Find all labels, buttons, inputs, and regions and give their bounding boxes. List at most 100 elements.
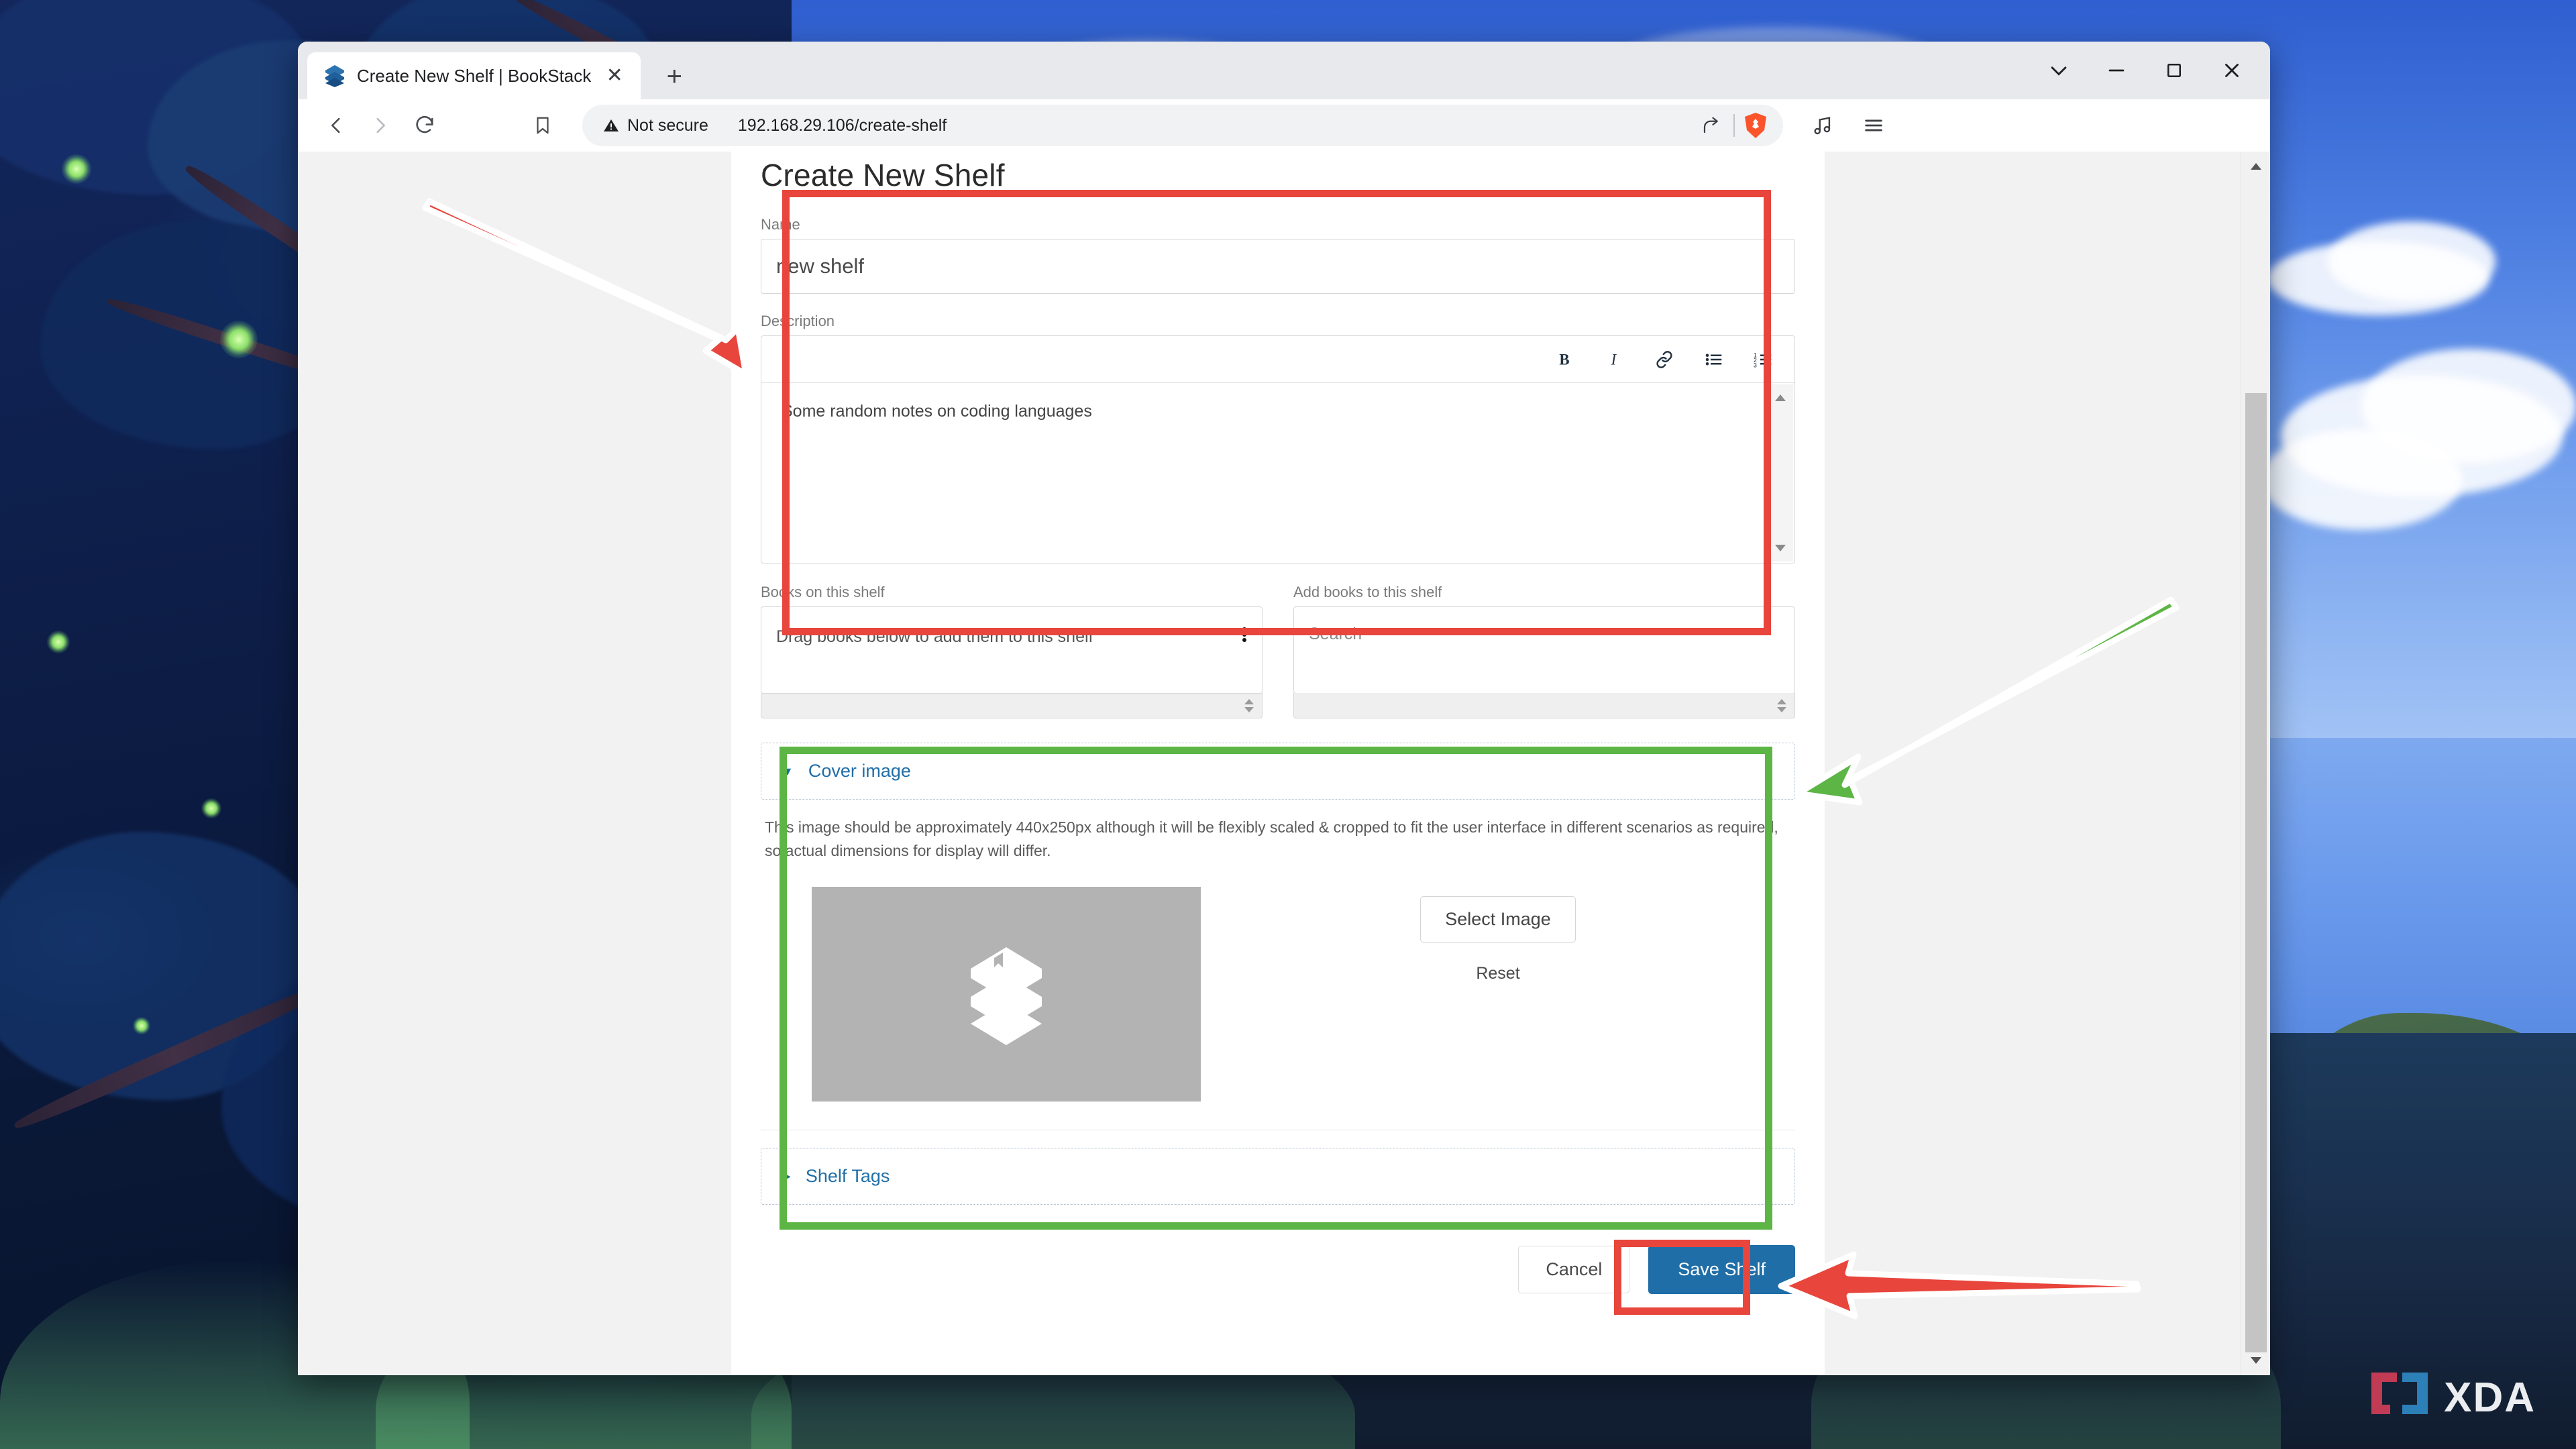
- books-on-shelf-label: Books on this shelf: [761, 584, 885, 600]
- share-icon[interactable]: [1695, 109, 1728, 142]
- link-button[interactable]: [1651, 345, 1678, 374]
- add-books-group: Add books to this shelf Search: [1293, 584, 1795, 718]
- add-books-scrollbar[interactable]: [1293, 693, 1795, 718]
- caret-down-icon: ▼: [782, 764, 794, 778]
- new-tab-button[interactable]: +: [658, 63, 690, 90]
- shelf-tags-toggle[interactable]: ▶ Shelf Tags: [761, 1147, 1795, 1205]
- page-scroll-down-icon[interactable]: [2241, 1346, 2270, 1375]
- cover-image-placeholder[interactable]: [812, 886, 1201, 1102]
- cover-image-label: Cover image: [808, 761, 911, 781]
- save-shelf-button[interactable]: Save Shelf: [1648, 1244, 1795, 1294]
- name-field-group: Name: [761, 216, 1795, 294]
- cover-image-row: Select Image Reset: [761, 886, 1795, 1102]
- cover-image-actions: Select Image Reset: [1201, 887, 1795, 1102]
- numbered-list-button[interactable]: 123: [1750, 345, 1777, 374]
- tab-title: Create New Shelf | BookStack: [357, 65, 592, 86]
- cloud: [2328, 221, 2496, 302]
- description-textarea[interactable]: Some random notes on coding languages: [761, 383, 1794, 563]
- tab-strip: Create New Shelf | BookStack ✕ +: [298, 42, 2270, 99]
- page-viewport: Create New Shelf Name Description: [298, 152, 2270, 1375]
- bullet-list-button[interactable]: [1701, 345, 1727, 374]
- description-text: Some random notes on coding languages: [782, 402, 1092, 421]
- cancel-button[interactable]: Cancel: [1518, 1245, 1630, 1293]
- browser-window: Create New Shelf | BookStack ✕ + Not sec…: [298, 42, 2270, 1375]
- desktop: Create New Shelf | BookStack ✕ + Not sec…: [0, 0, 2576, 1449]
- svg-text:I: I: [1611, 351, 1617, 368]
- firefly: [220, 321, 258, 358]
- firefly: [62, 154, 91, 184]
- page-scrollbar-thumb[interactable]: [2245, 393, 2267, 1352]
- shelf-tags-label: Shelf Tags: [805, 1165, 890, 1186]
- reload-button[interactable]: [404, 105, 445, 146]
- book-search-input[interactable]: Search: [1293, 606, 1795, 694]
- music-note-icon[interactable]: [1802, 105, 1843, 146]
- cover-image-help-text: This image should be approximately 440x2…: [765, 818, 1778, 859]
- browser-tab[interactable]: Create New Shelf | BookStack ✕: [307, 52, 641, 99]
- divider: [1733, 114, 1735, 137]
- italic-button[interactable]: I: [1601, 345, 1628, 374]
- books-list-scrollbar[interactable]: [761, 693, 1263, 718]
- add-books-label: Add books to this shelf: [1293, 584, 1442, 600]
- page-scrollbar[interactable]: [2241, 152, 2270, 1375]
- cover-image-section: ▼ Cover image This image should be appro…: [761, 743, 1795, 1205]
- form-footer: Cancel Save Shelf: [731, 1244, 1825, 1334]
- books-section: Books on this shelf Drag books below to …: [761, 584, 1795, 718]
- url-text: 192.168.29.106/create-shelf: [737, 115, 947, 135]
- hamburger-menu-icon[interactable]: [1853, 105, 1894, 146]
- bookstack-form-card: Create New Shelf Name Description: [731, 152, 1825, 1375]
- xda-watermark-text: XDA: [2444, 1374, 2536, 1421]
- address-bar[interactable]: Not secure 192.168.29.106/create-shelf: [582, 105, 1783, 146]
- page-title: Create New Shelf: [761, 158, 1005, 193]
- toolbar-right-actions: [1802, 105, 1894, 146]
- bookmark-icon[interactable]: [522, 105, 564, 146]
- svg-text:3: 3: [1754, 362, 1757, 368]
- minimize-button[interactable]: [2088, 42, 2145, 99]
- description-editor: B I 1 2 3 Some random notes on coding la…: [761, 335, 1795, 564]
- brave-shield-icon[interactable]: [1740, 109, 1771, 142]
- description-field-group: Description B I 1 2 3 Some random notes …: [761, 313, 1795, 564]
- editor-toolbar: B I 1 2 3: [761, 336, 1794, 383]
- scroll-arrows-icon: [1777, 698, 1786, 712]
- cover-image-toggle[interactable]: ▼ Cover image: [761, 743, 1795, 800]
- bold-button[interactable]: B: [1552, 345, 1578, 374]
- cloud: [2261, 429, 2462, 530]
- books-on-shelf-group: Books on this shelf Drag books below to …: [761, 584, 1263, 718]
- select-image-button[interactable]: Select Image: [1420, 896, 1576, 943]
- name-input[interactable]: [761, 239, 1795, 294]
- firefly: [133, 1017, 150, 1034]
- address-bar-actions: [1695, 109, 1771, 142]
- foliage: [0, 510, 282, 731]
- close-window-button[interactable]: [2203, 42, 2261, 99]
- reset-link[interactable]: Reset: [1476, 964, 1519, 983]
- browser-toolbar: Not secure 192.168.29.106/create-shelf: [298, 99, 2270, 152]
- drag-placeholder-row: Drag books below to add them to this she…: [761, 607, 1262, 667]
- editor-scrollbar[interactable]: [1766, 384, 1793, 561]
- xda-watermark: XDA: [2367, 1371, 2536, 1424]
- firefly: [47, 631, 70, 653]
- scroll-down-arrow-icon[interactable]: [1767, 535, 1794, 561]
- scroll-up-arrow-icon[interactable]: [1767, 384, 1794, 411]
- caret-right-icon: ▶: [782, 1169, 791, 1183]
- xda-bracket-logo-icon: [2371, 1373, 2428, 1414]
- svg-text:B: B: [1559, 351, 1569, 368]
- kebab-menu-icon[interactable]: [1242, 625, 1247, 649]
- warning-triangle-icon: [604, 119, 619, 131]
- tab-close-icon[interactable]: ✕: [603, 66, 626, 86]
- security-label: Not secure: [627, 115, 708, 135]
- name-label: Name: [761, 216, 800, 233]
- window-controls: [2030, 42, 2261, 99]
- firefly: [201, 798, 221, 818]
- security-indicator[interactable]: Not secure: [602, 116, 708, 136]
- page-scroll-up-icon[interactable]: [2241, 152, 2270, 181]
- tab-search-chevron-icon[interactable]: [2030, 42, 2088, 99]
- back-button[interactable]: [315, 105, 357, 146]
- bookstack-icon: [325, 64, 345, 87]
- description-label: Description: [761, 313, 835, 329]
- scroll-arrows-icon: [1244, 698, 1254, 712]
- drag-placeholder-text: Drag books below to add them to this she…: [776, 627, 1093, 646]
- shelf-form: Name Description B I: [731, 216, 1825, 1205]
- bookstack-books-placeholder-icon: [971, 947, 1042, 1045]
- forward-button[interactable]: [360, 105, 401, 146]
- books-on-shelf-list[interactable]: Drag books below to add them to this she…: [761, 606, 1263, 694]
- maximize-button[interactable]: [2145, 42, 2203, 99]
